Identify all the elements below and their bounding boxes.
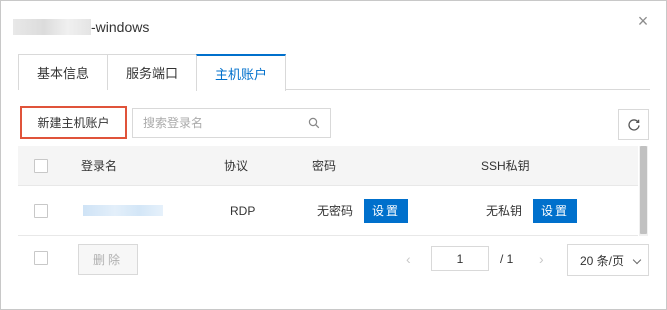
search-box: [132, 108, 331, 138]
tab-bar: 基本信息 服务端口 主机账户: [18, 54, 650, 91]
column-protocol: 协议: [224, 159, 249, 173]
next-page-icon[interactable]: ›: [539, 251, 544, 267]
title-masked-hostname: [13, 19, 91, 35]
row-checkbox[interactable]: [34, 203, 48, 218]
refresh-icon: [627, 118, 640, 131]
footer-select-all-checkbox[interactable]: [34, 251, 48, 265]
password-status: 无密码: [317, 204, 354, 218]
prev-page-icon[interactable]: ‹: [406, 251, 411, 267]
close-icon[interactable]: ×: [635, 12, 651, 30]
title-suffix: -windows: [91, 19, 150, 35]
protocol-value: RDP: [230, 203, 256, 218]
column-login-name: 登录名: [81, 159, 118, 173]
table-scrollbar[interactable]: [639, 146, 648, 236]
select-all-checkbox[interactable]: [34, 158, 48, 173]
dialog-title: -windows: [13, 16, 149, 38]
tab-basic-info[interactable]: 基本信息: [18, 54, 108, 90]
tab-host-accounts[interactable]: 主机账户: [196, 54, 286, 91]
set-password-button[interactable]: 设置: [364, 198, 408, 223]
password-cell-action: 设置: [364, 186, 408, 235]
search-icon[interactable]: [308, 117, 320, 129]
new-host-account-button[interactable]: 新建主机账户: [20, 106, 127, 139]
delete-button[interactable]: 删除: [78, 244, 138, 275]
chevron-down-icon: [632, 255, 642, 265]
set-ssh-key-button[interactable]: 设置: [533, 198, 577, 223]
ssh-key-status: 无私钥: [486, 204, 523, 218]
header-checkbox-cell: [34, 146, 48, 185]
tab-service-ports[interactable]: 服务端口: [107, 54, 197, 90]
total-pages: / 1: [500, 252, 514, 266]
table-header: 登录名 协议 密码 SSH私钥: [18, 146, 638, 186]
page-size-select[interactable]: 20 条/页: [567, 244, 649, 276]
row-checkbox-cell: [34, 186, 48, 235]
scrollbar-thumb[interactable]: [640, 146, 647, 234]
host-account-dialog: -windows × 基本信息 服务端口 主机账户 新建主机账户 登录名 协议 …: [0, 0, 667, 310]
column-password: 密码: [312, 159, 337, 173]
table-row: RDP 无密码 设置 无私钥 设置: [18, 186, 638, 236]
login-name-cell: [83, 186, 163, 235]
search-input[interactable]: [133, 109, 303, 137]
masked-login-name-link[interactable]: [83, 205, 163, 216]
ssh-key-cell-action: 设置: [533, 186, 577, 235]
column-ssh-key: SSH私钥: [481, 159, 530, 173]
refresh-button[interactable]: [618, 109, 649, 140]
page-number-input[interactable]: [431, 246, 489, 271]
page-size-label: 20 条/页: [580, 253, 625, 268]
